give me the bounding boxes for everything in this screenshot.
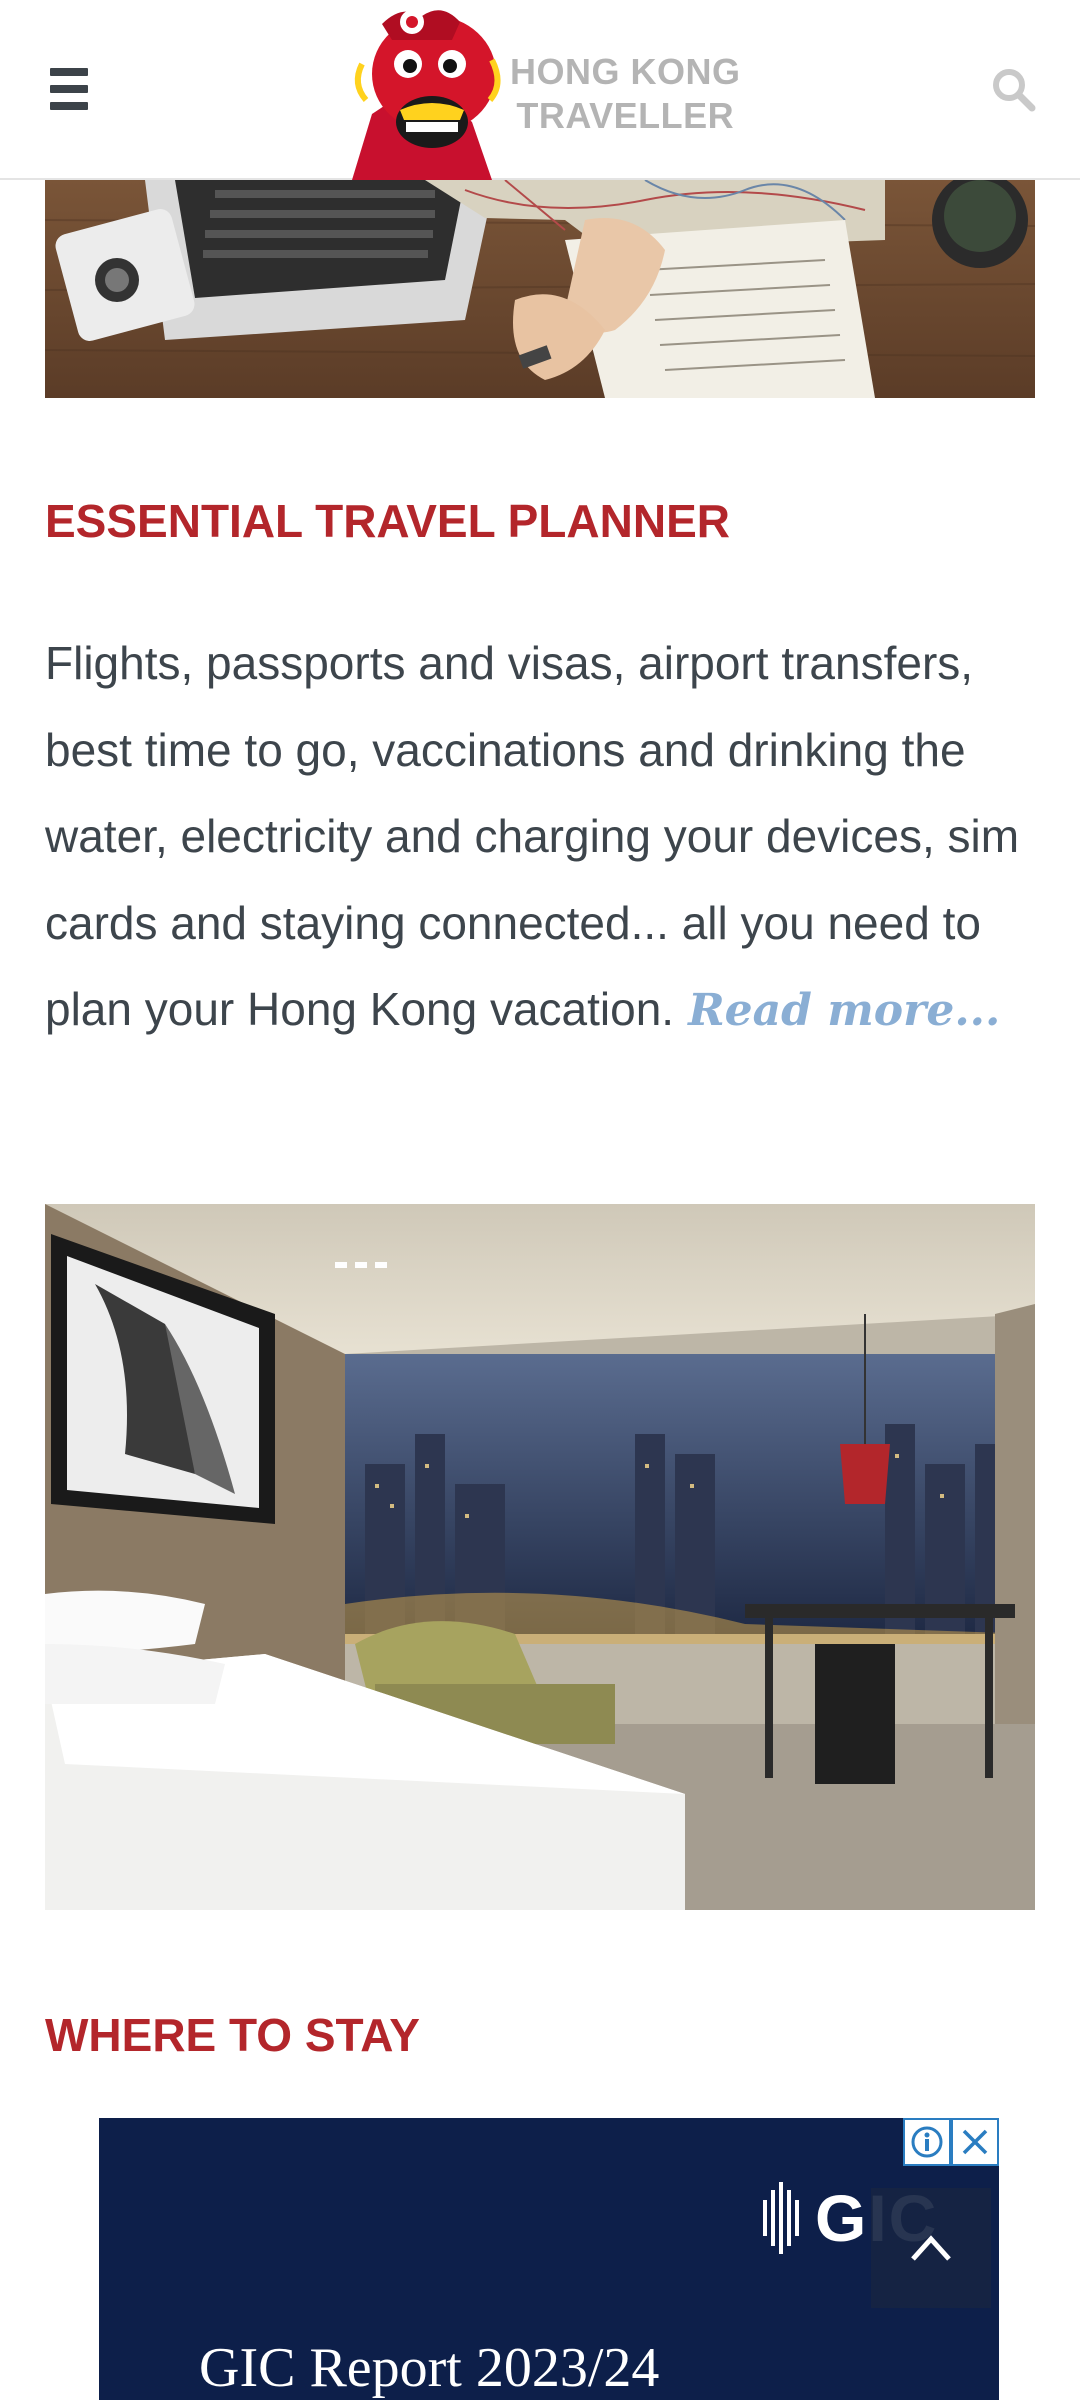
site-header: HONG KONG TRAVELLER (0, 0, 1080, 180)
ad-close-icon[interactable] (951, 2118, 999, 2166)
travel-planner-image[interactable] (45, 180, 1035, 398)
read-more-link[interactable]: Read more... (688, 985, 1000, 1036)
logo-line-2: TRAVELLER (516, 95, 735, 136)
logo-line-1: HONG KONG (510, 51, 741, 92)
back-to-top-button[interactable] (871, 2188, 991, 2308)
chevron-up-icon (911, 2235, 951, 2261)
ad-info-icon[interactable] (903, 2118, 951, 2166)
section-title-where-to-stay[interactable]: WHERE TO STAY (45, 2008, 420, 2062)
ad-headline: GIC Report 2023/24 (199, 2337, 660, 2399)
advertisement-banner[interactable]: GIC GIC Report 2023/24 (99, 2118, 999, 2400)
ad-controls (903, 2118, 999, 2166)
site-logo[interactable]: HONG KONG TRAVELLER (342, 4, 742, 180)
search-icon[interactable] (990, 66, 1036, 112)
section-title-essential-travel-planner[interactable]: ESSENTIAL TRAVEL PLANNER (45, 494, 730, 548)
gic-logo-icon (763, 2182, 799, 2254)
travel-planner-description: Flights, passports and visas, airport tr… (45, 620, 1045, 1055)
hotel-room-image[interactable] (45, 1204, 1035, 1910)
travel-planner-text: Flights, passports and visas, airport tr… (45, 637, 1020, 1035)
lion-dance-logo-icon (352, 10, 501, 180)
logo-text: HONG KONG TRAVELLER (510, 50, 741, 138)
hamburger-menu-icon[interactable] (50, 68, 100, 110)
